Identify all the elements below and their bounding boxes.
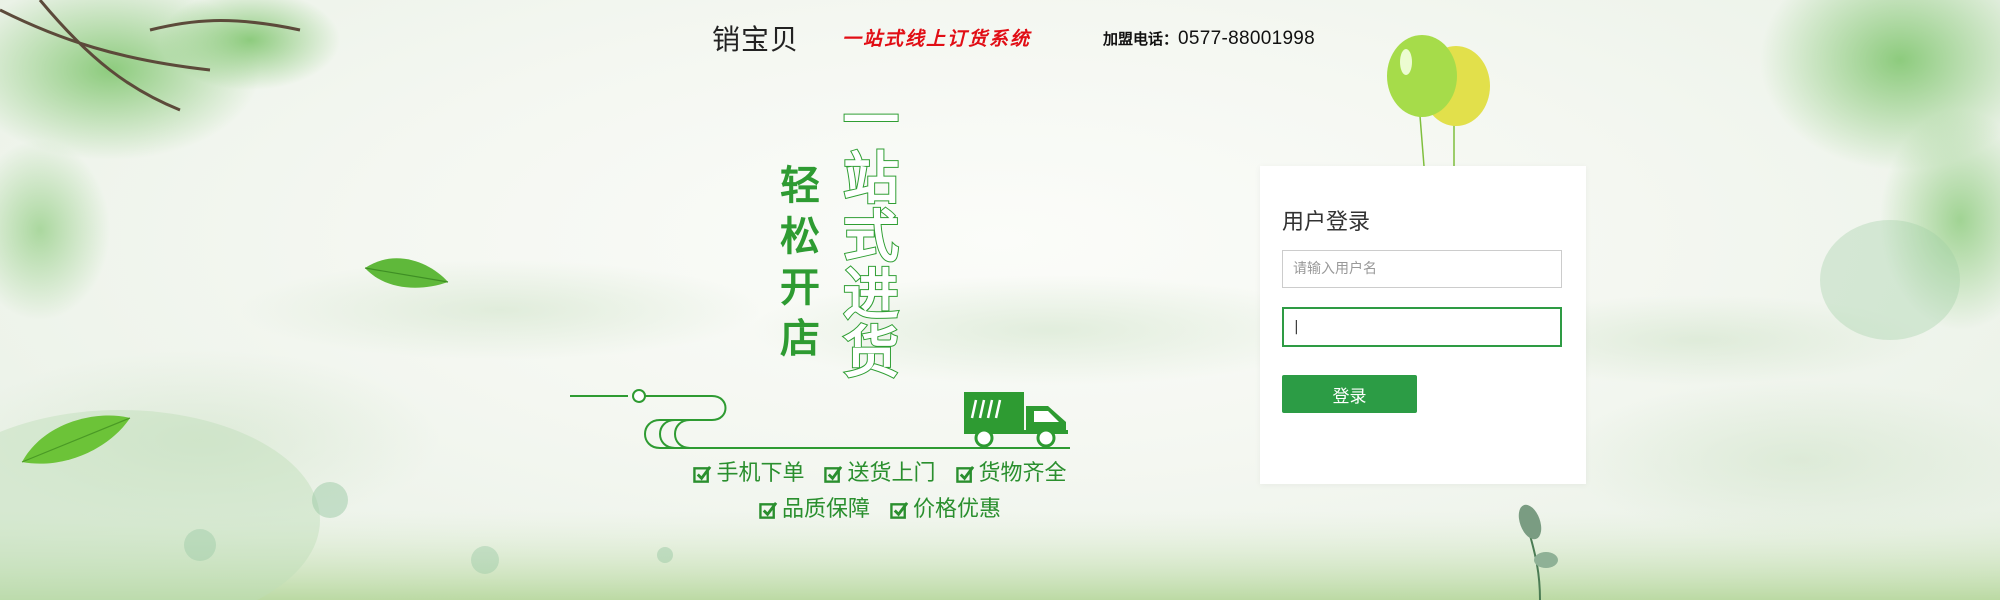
checkbox-checked-icon: [890, 501, 909, 519]
hero-headline-char: 一: [842, 88, 900, 154]
header-slogan: 一站式线上订货系统: [842, 28, 1032, 50]
hero-headline-char: 站: [842, 146, 900, 212]
checkbox-checked-icon: [693, 465, 712, 483]
franchise-phone: 加盟电话：0577-88001998: [1103, 28, 1315, 50]
feature-item: 手机下单: [693, 456, 804, 492]
hero-headline-char: 式: [842, 204, 900, 270]
login-panel: 用户登录 登录: [1260, 166, 1586, 484]
top-header: 销宝贝 一站式线上订货系统 加盟电话：0577-88001998: [0, 18, 2000, 58]
checkbox-checked-icon: [955, 465, 974, 483]
hero-subline-char: 店: [780, 315, 820, 362]
username-input[interactable]: [1282, 250, 1562, 288]
hero-headline-char: 货: [842, 320, 900, 386]
hero-subline-char: 轻: [780, 162, 820, 209]
checkbox-checked-icon: [824, 465, 843, 483]
login-page: 销宝贝 一站式线上订货系统 加盟电话：0577-88001998 一 站 式 进…: [0, 0, 2000, 600]
brand-logo: 销宝贝: [712, 23, 800, 56]
hero-subline-char: 开: [780, 264, 820, 311]
feature-label: 货物齐全: [978, 461, 1067, 486]
login-button[interactable]: 登录: [1282, 375, 1417, 413]
truck-icon: [964, 392, 1068, 448]
feature-row: 品质保障 价格优惠: [660, 492, 1100, 528]
feature-item: 货物齐全: [955, 456, 1067, 492]
feature-row: 手机下单 送货上门 货物齐全: [660, 456, 1100, 492]
phone-label: 加盟电话：: [1103, 30, 1179, 48]
feature-label: 手机下单: [716, 461, 805, 486]
feature-item: 价格优惠: [890, 492, 1001, 528]
feature-item: 送货上门: [824, 456, 936, 492]
feature-list: 手机下单 送货上门 货物齐全 品质保障 价格优惠: [660, 456, 1100, 528]
password-input[interactable]: [1282, 307, 1562, 347]
phone-number: 0577-88001998: [1178, 28, 1316, 49]
feature-label: 价格优惠: [913, 497, 1002, 522]
hero-subline: 轻 松 开 店: [772, 160, 828, 364]
hero-subline-char: 松: [780, 213, 820, 260]
hero-headline: 一 站 式 进 货: [836, 88, 906, 386]
feature-label: 品质保障: [781, 497, 870, 522]
feature-item: 品质保障: [759, 492, 870, 528]
hero-headline-char: 进: [842, 262, 900, 328]
login-title: 用户登录: [1282, 210, 1371, 235]
feature-label: 送货上门: [847, 461, 936, 486]
checkbox-checked-icon: [759, 501, 778, 519]
